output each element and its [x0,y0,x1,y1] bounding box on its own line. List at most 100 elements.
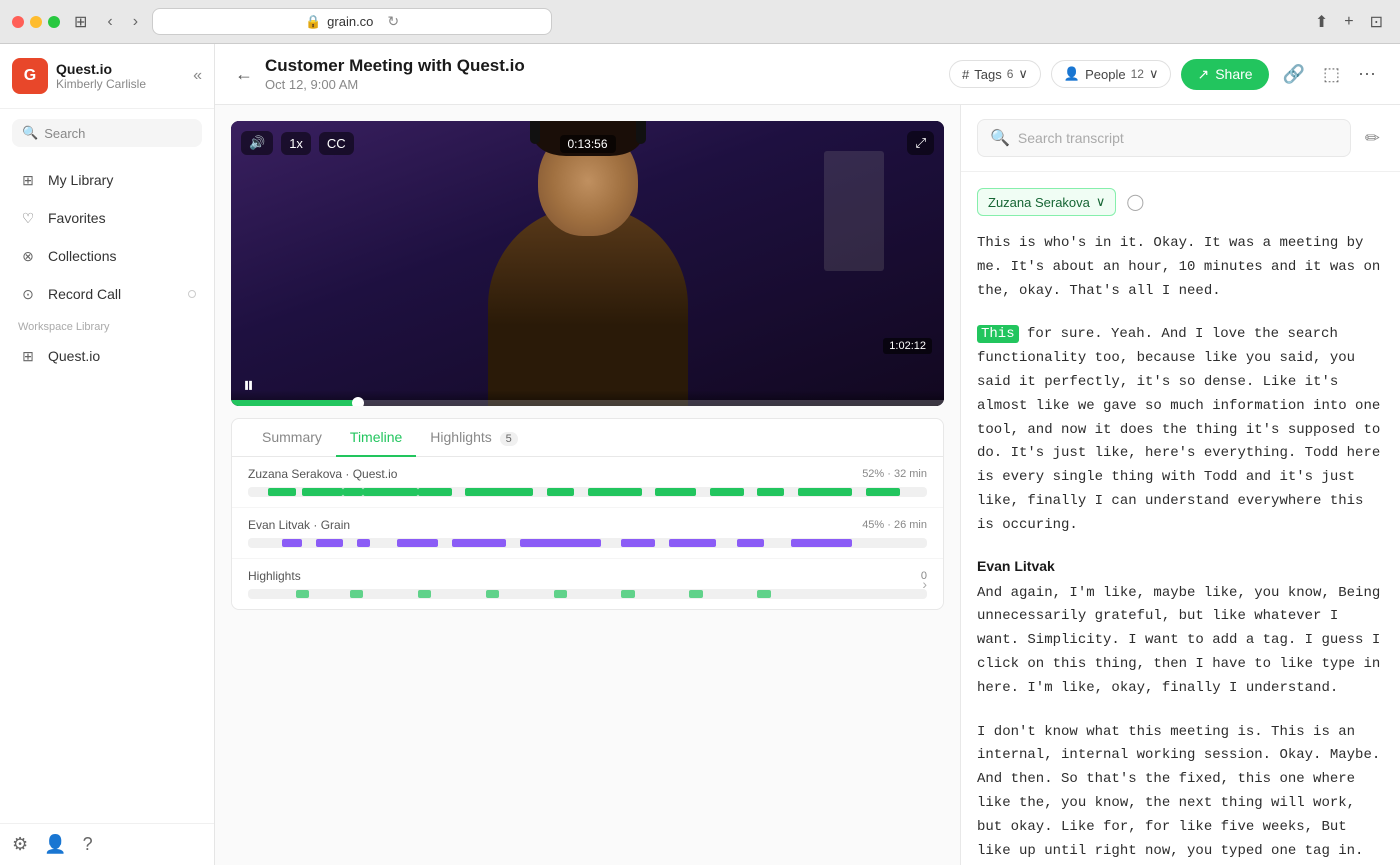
help-btn[interactable]: ? [83,834,93,855]
tab-summary[interactable]: Summary [248,419,336,457]
speaker-filter-dropdown[interactable]: Zuzana Serakova ∨ [977,188,1116,216]
share-icon: ↗ [1197,66,1209,83]
workspace-section-label: Workspace Library [8,313,206,337]
more-options-btn[interactable]: ⋯ [1354,60,1380,89]
transcript-search-container[interactable]: 🔍 [977,119,1351,157]
speaker-stats-zuzana: 52% · 32 min [862,468,927,480]
captions-btn[interactable]: CC [319,132,354,155]
timeline-row-evan: Evan Litvak · Grain 45% · 26 min [232,508,943,559]
timeline-row-highlights: Highlights 0 [232,559,943,609]
address-bar[interactable]: 🔒 grain.co ↻ [152,8,552,35]
sidebar-item-questio[interactable]: ⊞ Quest.io [8,337,206,375]
main-content: ← Customer Meeting with Quest.io Oct 12,… [215,44,1400,865]
meeting-title: Customer Meeting with Quest.io [265,56,937,76]
timeline-row-zuzana: Zuzana Serakova · Quest.io 52% · 32 min [232,457,943,508]
chevron-down-icon: ∨ [1149,66,1159,82]
transcript-body: Zuzana Serakova ∨ ◯ This is who's in it.… [961,172,1400,865]
layers-icon: ⊗ [18,246,38,266]
people-btn[interactable]: 👤 People 12 ∨ [1051,60,1172,88]
speaker-name-evan-block: Evan Litvak [977,558,1384,574]
meeting-info: Customer Meeting with Quest.io Oct 12, 9… [265,56,937,92]
extensions-btn[interactable]: ⊡ [1365,10,1388,34]
settings-btn[interactable]: ⚙ [12,834,28,855]
collapse-sidebar-btn[interactable]: « [193,67,202,85]
sidebar: G Quest.io Kimberly Carlisle « 🔍 Search … [0,44,215,865]
transcript-search-input[interactable] [1018,130,1338,146]
sidebar-search-box[interactable]: 🔍 Search [12,119,202,147]
sidebar-item-label: My Library [48,172,113,188]
current-time-display: 0:13:56 [559,135,615,153]
fullscreen-btn[interactable]: ⤢ [907,131,934,155]
company-name: Quest.io [56,61,146,77]
sidebar-nav: ⊞ My Library ♡ Favorites ⊗ Collections ⊙… [0,157,214,823]
highlights-badge: 5 [500,432,518,446]
timeline-label-highlights: Highlights 0 [248,569,927,583]
brand-icon: G [12,58,48,94]
reload-icon[interactable]: ↻ [387,13,399,30]
transcript-panel: 🔍 ✏ Zuzana Serakova ∨ ◯ [960,105,1400,865]
hashtag-icon: # [962,67,969,82]
lock-icon: 🔒 [305,14,321,30]
link-btn[interactable]: 🔗 [1279,60,1309,89]
transcript-block-3: Evan Litvak And again, I'm like, maybe l… [977,558,1384,701]
sidebar-search-area[interactable]: 🔍 Search [0,109,214,157]
speaker-name-zuzana: Zuzana Serakova · Quest.io [248,467,397,481]
sidebar-header: G Quest.io Kimberly Carlisle « [0,44,214,109]
left-panel: 🔊 1x CC ⤢ 0:13:56 1:02:12 ⏸ [215,105,960,865]
sidebar-item-label: Collections [48,248,116,264]
share-btn[interactable]: ↗ Share [1181,59,1268,90]
edit-speaker-btn[interactable]: ◯ [1126,192,1144,212]
people-count: 12 [1131,67,1144,81]
sidebar-item-my-library[interactable]: ⊞ My Library [8,161,206,199]
timeline-label-zuzana: Zuzana Serakova · Quest.io 52% · 32 min [248,467,927,481]
highlights-label: Highlights [430,429,491,445]
tags-btn[interactable]: # Tags 6 ∨ [949,60,1041,88]
close-dot[interactable] [12,16,24,28]
timeline-bar-zuzana[interactable] [248,487,927,497]
timeline-bar-evan[interactable] [248,538,927,548]
sidebar-toggle-btn[interactable]: ⊞ [68,10,93,34]
video-progress-fill [231,400,359,406]
video-progress-bar[interactable] [231,400,944,406]
highlights-row-name: Highlights [248,569,301,583]
top-header: ← Customer Meeting with Quest.io Oct 12,… [215,44,1400,105]
tab-bar: Summary Timeline Highlights 5 [232,419,943,457]
pause-btn[interactable]: ⏸ [243,372,254,398]
maximize-dot[interactable] [48,16,60,28]
people-label: People [1085,67,1125,82]
chevron-down-icon: ∨ [1018,66,1028,82]
layers-btn[interactable]: ⬚ [1319,60,1344,89]
search-icon: 🔍 [22,125,38,141]
sidebar-item-record-call[interactable]: ⊙ Record Call [8,275,206,313]
timeline-expand-btn[interactable]: › [922,576,927,592]
new-tab-btn[interactable]: + [1339,10,1358,34]
back-btn[interactable]: ‹ [101,11,118,33]
forward-btn[interactable]: › [127,11,144,33]
sidebar-item-collections[interactable]: ⊗ Collections [8,237,206,275]
record-status-dot [188,290,196,298]
sidebar-item-favorites[interactable]: ♡ Favorites [8,199,206,237]
timeline-bar-highlights[interactable] [248,589,927,599]
person-icon: 👤 [1064,66,1080,82]
speaker-filter-name: Zuzana Serakova [988,195,1090,210]
edit-transcript-btn[interactable]: ✏ [1361,124,1384,153]
heart-icon: ♡ [18,208,38,228]
tab-timeline[interactable]: Timeline [336,419,416,457]
browser-actions: ⬆ + ⊡ [1310,10,1388,34]
transcript-text-3: And again, I'm like, maybe like, you kno… [977,582,1384,701]
url-text: grain.co [327,14,373,29]
share-browser-btn[interactable]: ⬆ [1310,10,1333,34]
speaker-filter: Zuzana Serakova ∨ ◯ [977,188,1384,216]
tab-highlights[interactable]: Highlights 5 [416,419,532,457]
speed-btn[interactable]: 1x [281,132,311,155]
app-container: G Quest.io Kimberly Carlisle « 🔍 Search … [0,44,1400,865]
questio-icon: ⊞ [18,346,38,366]
back-navigation-btn[interactable]: ← [235,64,253,85]
minimize-dot[interactable] [30,16,42,28]
brand-text: Quest.io Kimberly Carlisle [56,61,146,91]
user-name: Kimberly Carlisle [56,77,146,91]
users-btn[interactable]: 👤 [44,834,66,855]
video-player: 🔊 1x CC ⤢ 0:13:56 1:02:12 ⏸ [231,121,944,406]
tabs-and-timeline: Summary Timeline Highlights 5 Zuzana Ser… [231,418,944,610]
audio-btn[interactable]: 🔊 [241,131,273,155]
